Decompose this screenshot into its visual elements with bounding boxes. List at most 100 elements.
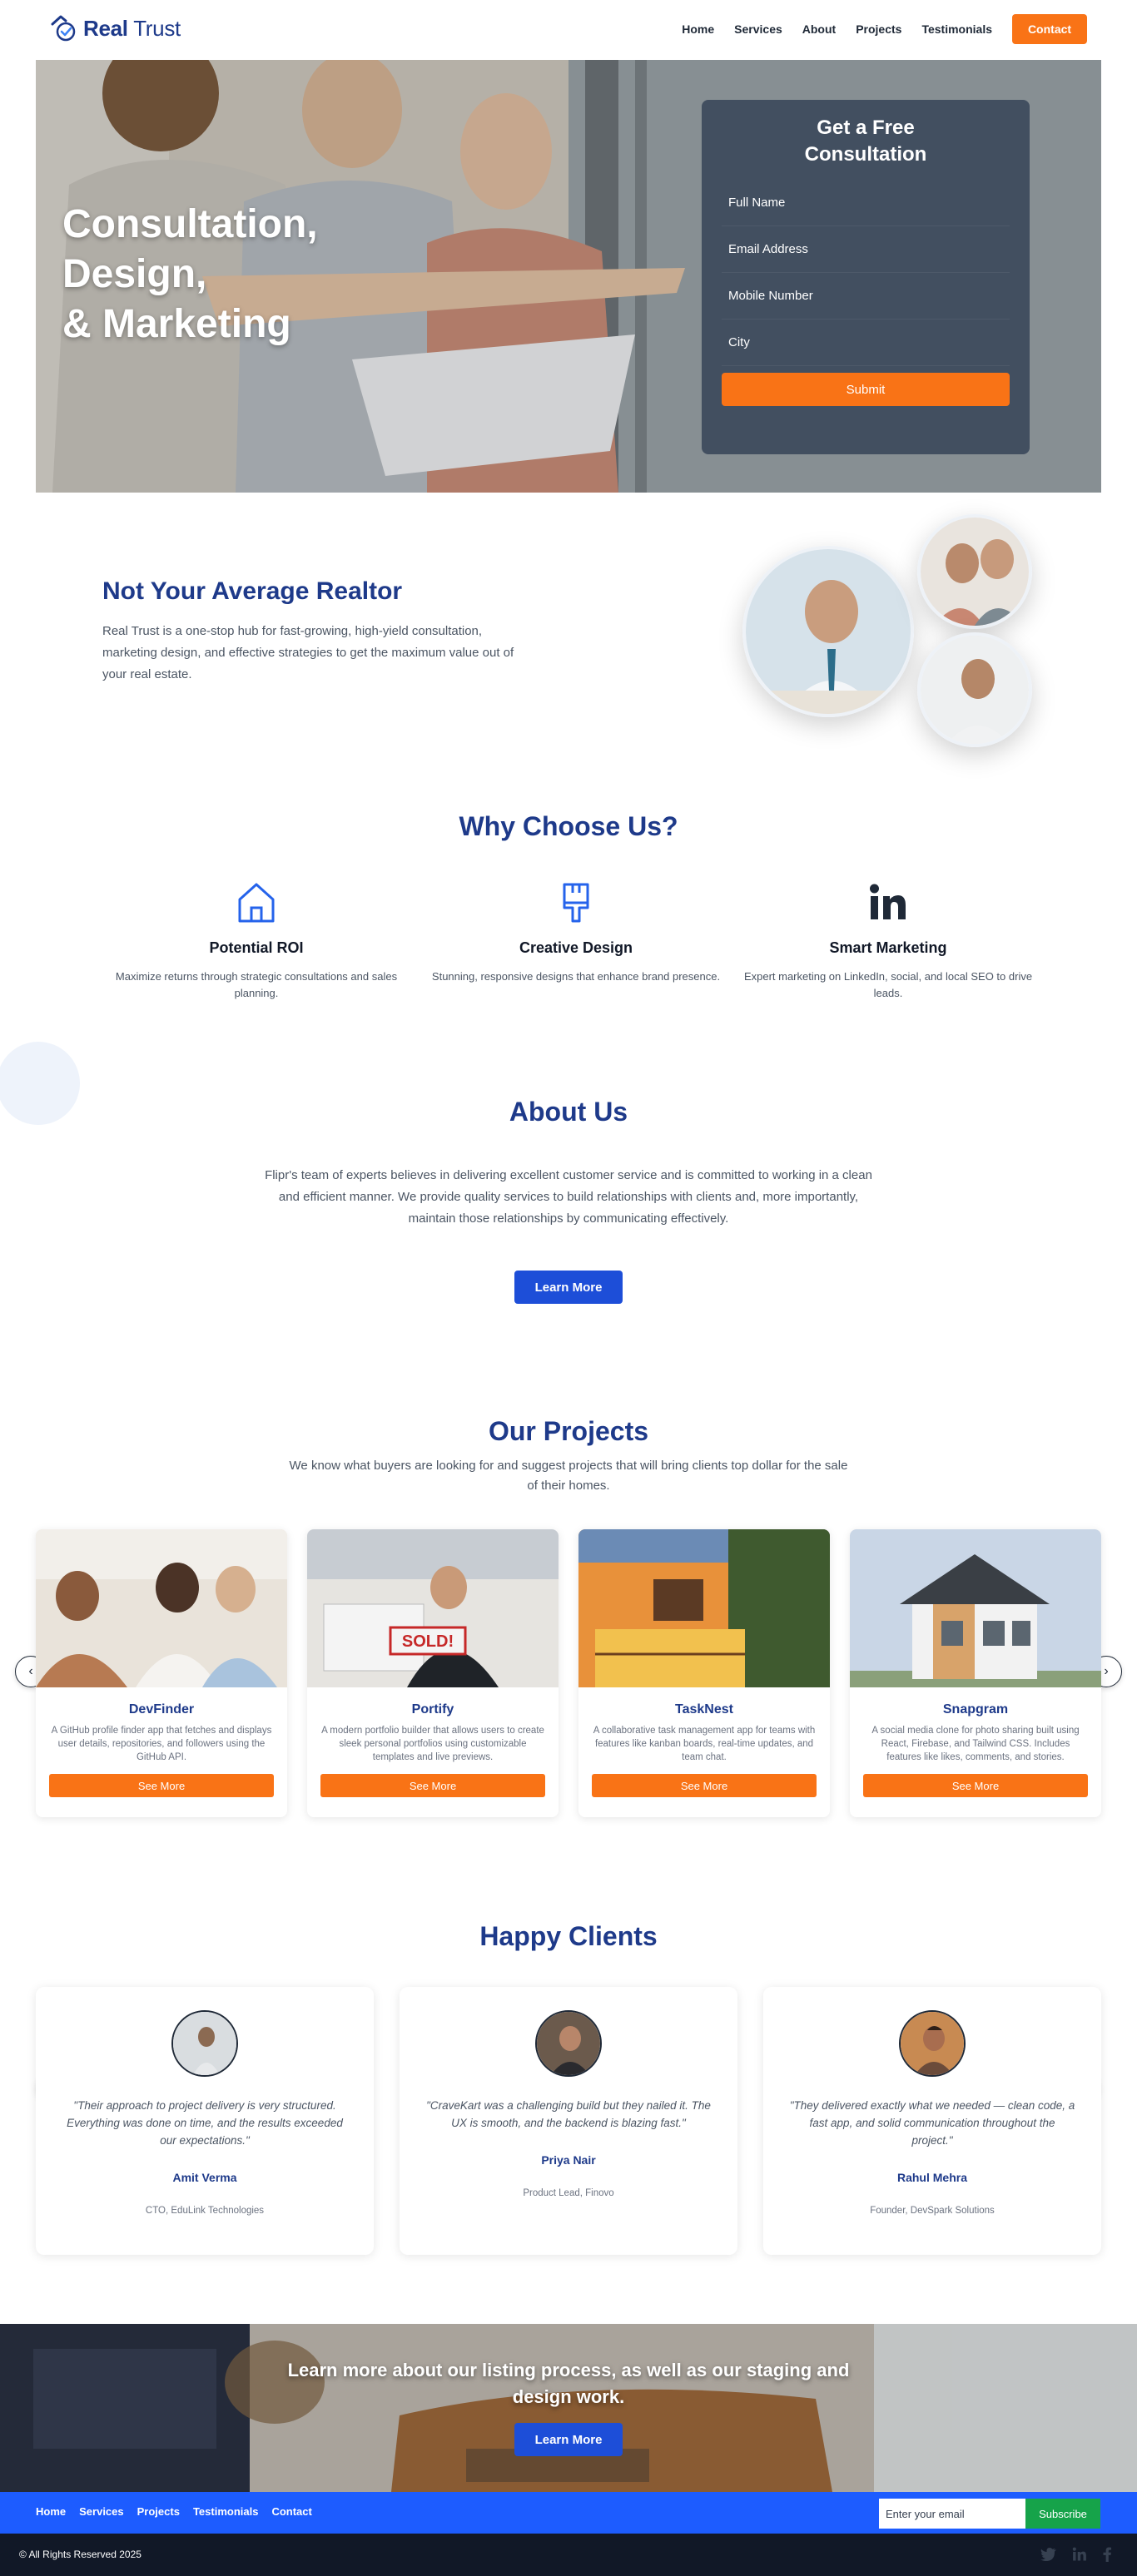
chevron-left-icon: ‹ [28,1664,33,1678]
client-name: Amit Verma [172,2171,237,2184]
feature-text: Expert marketing on LinkedIn, social, an… [743,970,1033,999]
feature-text: Stunning, responsive designs that enhanc… [431,970,721,983]
feature-text: Maximize returns through strategic consu… [115,970,398,999]
project-name: DevFinder [128,1702,195,1717]
cta-banner: Learn more about our listing process, as… [0,2324,1137,2492]
footer-link-home[interactable]: Home [36,2505,66,2518]
main-nav: Home Services About Projects Testimonial… [662,14,1087,44]
feature-title: Potential ROI [209,939,304,956]
why-choose-us-heading: Why Choose Us? [459,811,678,841]
client-card: "Their approach to project delivery is v… [36,1987,374,2255]
client-quote: "CraveKart was a challenging build but t… [426,2099,711,2129]
client-quote: "Their approach to project delivery is v… [67,2099,343,2147]
footer-nav: Home Services Projects Testimonials Cont… [36,2505,325,2518]
project-name: Snapgram [942,1702,1009,1717]
realtor-heading: Not Your Average Realtor [102,577,403,605]
see-more-button[interactable]: See More [49,1774,274,1797]
project-name: Portify [411,1702,454,1717]
nav-about[interactable]: About [802,22,836,36]
feature-smart-marketing: Smart Marketing Expert marketing on Link… [730,879,1046,1002]
linkedin-icon [870,884,906,919]
site-header: Real Trust Home Services About Projects … [0,0,1137,60]
footer-link-services[interactable]: Services [79,2505,124,2518]
nav-services[interactable]: Services [734,22,782,36]
bottom-bar: © All Rights Reserved 2025 [0,2534,1137,2576]
client-quote: "They delivered exactly what we needed —… [789,2099,1075,2147]
our-projects-heading: Our Projects [488,1416,649,1446]
nav-home[interactable]: Home [682,22,714,36]
project-card-snapgram: Snapgram A social media clone for photo … [850,1529,1101,1817]
project-card-portify: SOLD! Portify A modern portfolio builder… [307,1529,559,1817]
chevron-right-icon: › [1104,1664,1109,1678]
project-description: A collaborative task management app for … [593,1726,816,1762]
paintbrush-icon [563,883,589,923]
feature-title: Creative Design [519,939,633,956]
project-card-tasknest: TaskNest A collaborative task management… [578,1529,830,1817]
project-image: SOLD! [307,1529,559,1687]
client-role: Founder, DevSpark Solutions [870,2206,995,2216]
consultation-form-title: Get a Free Consultation [804,116,927,166]
happy-clients-heading: Happy Clients [479,1921,658,1951]
submit-button[interactable]: Submit [722,373,1010,406]
avatar [899,2010,966,2077]
avatar [535,2010,602,2077]
newsletter-email-input[interactable] [879,2499,1025,2529]
feature-title: Smart Marketing [829,939,947,956]
about-learn-more-button[interactable]: Learn More [514,1271,623,1304]
client-name: Rahul Mehra [896,2171,967,2184]
subscribe-button[interactable]: Subscribe [1025,2499,1100,2529]
realtor-photo-top [917,514,1032,629]
about-us-description: Flipr's team of experts believes in deli… [265,1168,872,1226]
mobile-number-field[interactable]: Mobile Number [722,273,1010,320]
avatar [171,2010,238,2077]
client-role: CTO, EduLink Technologies [145,2206,265,2216]
project-image [850,1529,1101,1687]
see-more-button[interactable]: See More [320,1774,545,1797]
client-card: "They delivered exactly what we needed —… [763,1987,1101,2255]
hero-banner: Consultation, Design, & Marketing Get a … [36,60,1101,493]
svg-text:SOLD!: SOLD! [402,1632,454,1651]
logo[interactable]: Real Trust [50,13,181,43]
cta-learn-more-button[interactable]: Learn More [514,2423,623,2456]
consultation-form: Get a Free Consultation Full Name Email … [702,100,1030,454]
contact-button[interactable]: Contact [1012,14,1087,44]
project-name: TaskNest [675,1702,733,1717]
client-role: Product Lead, Finovo [523,2188,614,2198]
feature-potential-roi: Potential ROI Maximize returns through s… [98,879,415,1002]
about-us-heading: About Us [509,1097,628,1127]
nav-testimonials[interactable]: Testimonials [921,22,992,36]
realtor-photo-large [742,546,914,717]
cta-text: Learn more about our listing process, as… [287,2360,850,2407]
realtor-description: Real Trust is a one-stop hub for fast-gr… [102,624,514,681]
full-name-field[interactable]: Full Name [722,180,1010,226]
hero-title: Consultation, Design, & Marketing [62,202,318,346]
copyright-text: © All Rights Reserved 2025 [19,2549,142,2560]
project-description: A social media clone for photo sharing b… [871,1726,1080,1762]
project-image [36,1529,287,1687]
project-description: A GitHub profile finder app that fetches… [51,1726,272,1762]
house-check-logo-icon [51,15,76,42]
home-icon [238,883,275,923]
project-image [578,1529,830,1687]
feature-creative-design: Creative Design Stunning, responsive des… [418,879,734,985]
nav-projects[interactable]: Projects [856,22,901,36]
see-more-button[interactable]: See More [863,1774,1088,1797]
footer-link-projects[interactable]: Projects [137,2505,180,2518]
linkedin-icon[interactable] [1072,2547,1087,2562]
client-name: Priya Nair [541,2153,596,2167]
city-field[interactable]: City [722,320,1010,366]
projects-subtitle: We know what buyers are looking for and … [289,1459,848,1493]
realtor-photo-bottom [917,632,1032,747]
email-field[interactable]: Email Address [722,226,1010,273]
footer-link-testimonials[interactable]: Testimonials [193,2505,259,2518]
project-card-devfinder: DevFinder A GitHub profile finder app th… [36,1529,287,1817]
social-links [1025,2547,1112,2562]
see-more-button[interactable]: See More [592,1774,817,1797]
facebook-icon[interactable] [1102,2547,1112,2562]
brand-name: Real Trust [83,15,181,41]
footer-bar: Home Services Projects Testimonials Cont… [0,2492,1137,2534]
client-card: "CraveKart was a challenging build but t… [400,1987,737,2255]
footer-link-contact[interactable]: Contact [271,2505,311,2518]
twitter-icon[interactable] [1040,2547,1057,2562]
project-description: A modern portfolio builder that allows u… [321,1726,544,1762]
